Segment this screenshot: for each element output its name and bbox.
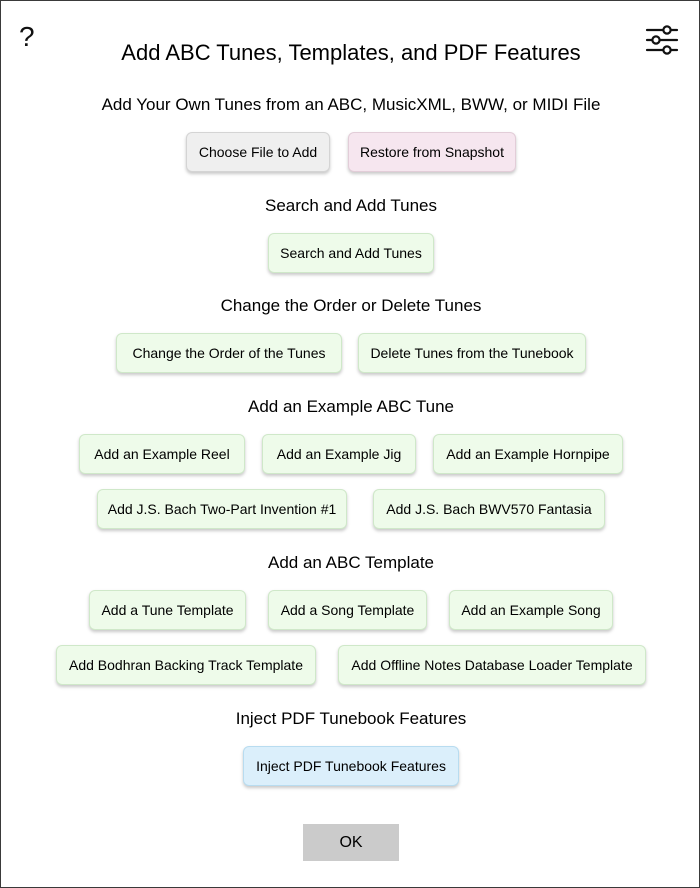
example-jig-button[interactable]: Add an Example Jig: [262, 434, 416, 474]
pdf-heading: Inject PDF Tunebook Features: [235, 709, 467, 728]
order-heading: Change the Order or Delete Tunes: [220, 296, 482, 315]
examples-button-row-2: Add J.S. Bach Two-Part Invention #1 Add …: [1, 489, 700, 529]
delete-tunes-button[interactable]: Delete Tunes from the Tunebook: [358, 333, 586, 373]
restore-snapshot-button[interactable]: Restore from Snapshot: [348, 132, 516, 172]
pdf-button-row: Inject PDF Tunebook Features: [1, 746, 700, 786]
search-heading: Search and Add Tunes: [264, 196, 438, 215]
templates-button-row-1: Add a Tune Template Add a Song Template …: [1, 590, 700, 630]
example-song-button[interactable]: Add an Example Song: [449, 590, 613, 630]
offline-notes-template-button[interactable]: Add Offline Notes Database Loader Templa…: [338, 645, 646, 685]
example-reel-button[interactable]: Add an Example Reel: [79, 434, 245, 474]
dialog-title: Add ABC Tunes, Templates, and PDF Featur…: [121, 40, 581, 65]
ok-button[interactable]: OK: [303, 824, 399, 861]
templates-button-row-2: Add Bodhran Backing Track Template Add O…: [1, 645, 700, 685]
examples-button-row-1: Add an Example Reel Add an Example Jig A…: [1, 434, 700, 474]
examples-heading: Add an Example ABC Tune: [247, 397, 455, 416]
search-button-row: Search and Add Tunes: [1, 233, 700, 273]
choose-file-button[interactable]: Choose File to Add: [186, 132, 330, 172]
song-template-button[interactable]: Add a Song Template: [268, 590, 427, 630]
add-tunes-dialog: ? Add ABC Tunes, Templates, and PDF Feat…: [0, 0, 700, 888]
bach-invention-button[interactable]: Add J.S. Bach Two-Part Invention #1: [97, 489, 347, 529]
search-and-add-button[interactable]: Search and Add Tunes: [268, 233, 434, 273]
example-hornpipe-button[interactable]: Add an Example Hornpipe: [433, 434, 623, 474]
files-button-row: Choose File to Add Restore from Snapshot: [1, 132, 700, 172]
inject-pdf-features-button[interactable]: Inject PDF Tunebook Features: [243, 746, 459, 786]
templates-heading: Add an ABC Template: [267, 553, 434, 572]
change-order-button[interactable]: Change the Order of the Tunes: [116, 333, 342, 373]
files-heading: Add Your Own Tunes from an ABC, MusicXML…: [101, 95, 601, 114]
bodhran-template-button[interactable]: Add Bodhran Backing Track Template: [56, 645, 316, 685]
bach-fantasia-button[interactable]: Add J.S. Bach BWV570 Fantasia: [373, 489, 605, 529]
tune-template-button[interactable]: Add a Tune Template: [89, 590, 246, 630]
order-button-row: Change the Order of the Tunes Delete Tun…: [1, 333, 700, 373]
